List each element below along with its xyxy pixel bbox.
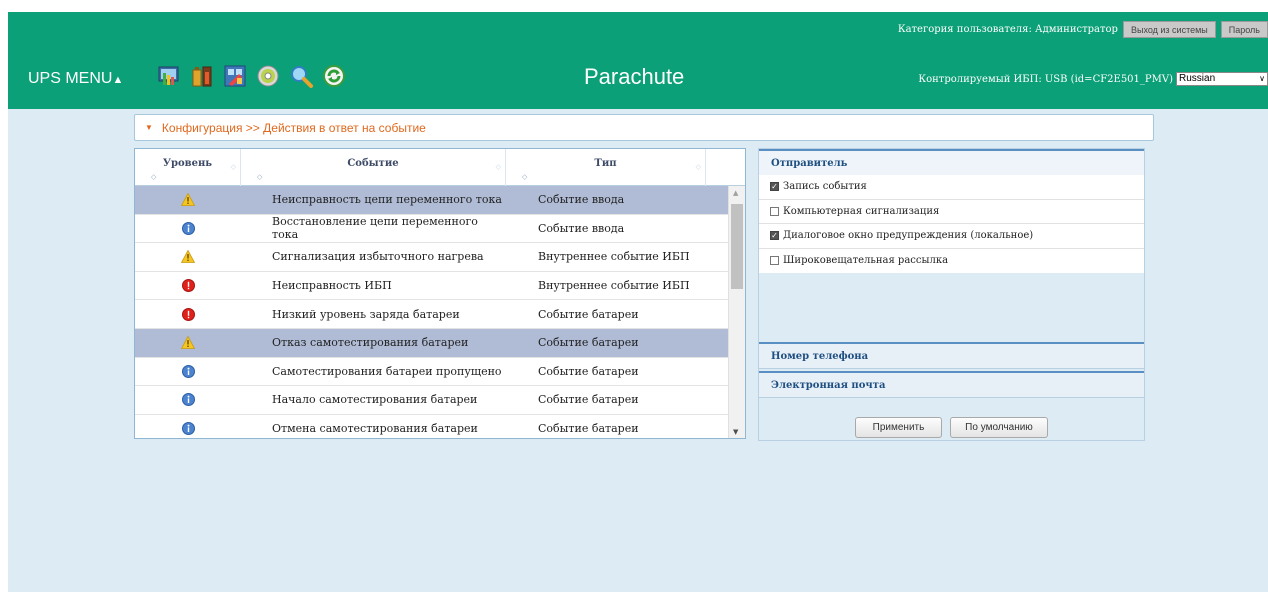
table-body: Неисправность цепи переменного тока Событ…: [135, 186, 745, 438]
table-row[interactable]: Восстановление цепи переменного тока Собы…: [135, 215, 745, 244]
brand-title: Parachute: [584, 64, 685, 89]
sender-panel: Отправитель ✓ Запись события Компьютерна…: [758, 148, 1145, 441]
warning-icon: [181, 250, 195, 264]
battery-icon[interactable]: [189, 63, 215, 89]
chevron-down-icon: ∨: [1259, 74, 1265, 83]
monitored-ups-bar: Контролируемый ИБП: USB (id=CF2E501_PMV)…: [918, 72, 1268, 86]
type-cell: Внутреннее событие ИБП: [538, 279, 690, 293]
scrollbar-thumb[interactable]: [731, 204, 743, 289]
type-cell: Внутреннее событие ИБП: [538, 250, 690, 264]
event-cell: Низкий уровень заряда батареи: [272, 307, 460, 321]
type-cell: Событие батареи: [538, 307, 639, 321]
type-cell: Событие батареи: [538, 393, 639, 407]
toolbar: [156, 63, 347, 89]
checkbox[interactable]: [770, 206, 779, 216]
warning-icon: [181, 193, 195, 207]
user-category: Категория пользователя: Администратор: [897, 24, 1118, 35]
password-button[interactable]: Пароль: [1220, 21, 1268, 38]
column-label: Событие: [347, 158, 399, 169]
sender-item-warning-dialog[interactable]: ✓ Диалоговое окно предупреждения (локаль…: [759, 224, 1144, 249]
type-cell: Событие батареи: [538, 422, 639, 436]
sender-item-event-log[interactable]: ✓ Запись события: [759, 175, 1144, 200]
sort-icon: ◇: [695, 162, 701, 171]
event-cell: Начало самотестирования батареи: [272, 393, 478, 407]
sender-panel-title: Отправитель: [759, 149, 1144, 175]
events-table: Уровень ◇ ◇ Событие ◇ ◇ Тип ◇ ◇ Неисправ…: [134, 148, 746, 439]
logout-button[interactable]: Выход из системы: [1122, 21, 1216, 38]
event-cell: Отказ самотестирования батареи: [272, 336, 469, 350]
table-row[interactable]: Сигнализация избыточного нагрева Внутренн…: [135, 243, 745, 272]
event-cell: Неисправность ИБП: [272, 279, 392, 293]
info-icon: [181, 364, 195, 378]
disc-icon[interactable]: [255, 63, 281, 89]
error-icon: [181, 307, 195, 321]
type-cell: Событие батареи: [538, 336, 639, 350]
table-scrollbar[interactable]: ▲ ▼: [728, 186, 745, 438]
info-icon: [181, 422, 195, 436]
checkbox[interactable]: ✓: [770, 182, 779, 192]
type-cell: Событие ввода: [538, 193, 625, 207]
phone-section-header[interactable]: Номер телефона: [759, 342, 1144, 369]
user-bar: Категория пользователя: Администратор Вы…: [898, 21, 1268, 38]
language-select[interactable]: Russian ∨: [1176, 72, 1268, 86]
column-header-level[interactable]: Уровень ◇ ◇: [135, 149, 241, 186]
table-row[interactable]: Низкий уровень заряда батареи Событие бат…: [135, 300, 745, 329]
refresh-icon[interactable]: [321, 63, 347, 89]
sort-icon: ◇: [522, 172, 528, 181]
checkbox[interactable]: [770, 256, 779, 266]
checkbox[interactable]: ✓: [770, 231, 779, 241]
sort-icon: ◇: [230, 162, 236, 171]
type-cell: Событие ввода: [538, 221, 625, 235]
table-row[interactable]: Самотестирования батареи пропущено Событи…: [135, 358, 745, 387]
table-header: Уровень ◇ ◇ Событие ◇ ◇ Тип ◇ ◇: [135, 149, 745, 186]
tools-icon[interactable]: [222, 63, 248, 89]
breadcrumb-text: Конфигурация >> Действия в ответ на собы…: [161, 120, 426, 135]
event-cell: Отмена самотестирования батареи: [272, 422, 478, 436]
monitored-ups-label: Контролируемый ИБП: USB (id=CF2E501_PMV): [918, 73, 1173, 85]
language-value: Russian: [1179, 73, 1216, 84]
event-cell: Самотестирования батареи пропущено: [272, 364, 502, 378]
sender-item-label: Диалоговое окно предупреждения (локально…: [783, 230, 1034, 242]
error-icon: [181, 279, 195, 293]
table-row[interactable]: Отмена самотестирования батареи Событие б…: [135, 415, 745, 438]
event-cell: Неисправность цепи переменного тока: [272, 193, 502, 207]
email-section-header[interactable]: Электронная почта: [759, 371, 1144, 398]
sender-item-label: Широковещательная рассылка: [783, 255, 949, 267]
header-bar: Категория пользователя: Администратор Вы…: [8, 12, 1268, 109]
ups-menu-button[interactable]: UPS MENU▲: [28, 70, 123, 88]
event-cell: Восстановление цепи переменного тока: [272, 215, 478, 242]
sender-item-computer-alarm[interactable]: Компьютерная сигнализация: [759, 200, 1144, 224]
sender-list: ✓ Запись события Компьютерная сигнализац…: [759, 175, 1144, 273]
monitor-icon[interactable]: [156, 63, 182, 89]
chevron-up-icon: ▲: [112, 74, 124, 86]
warning-icon: [181, 336, 195, 350]
event-cell: Сигнализация избыточного нагрева: [272, 250, 484, 264]
table-row[interactable]: Начало самотестирования батареи Событие б…: [135, 386, 745, 415]
ups-menu-label: UPS MENU: [28, 70, 113, 87]
column-label: Уровень: [162, 158, 213, 169]
app-window: Категория пользователя: Администратор Вы…: [8, 12, 1268, 592]
magnifier-icon[interactable]: [288, 63, 314, 89]
sort-icon: ◇: [257, 172, 263, 181]
sort-icon: ◇: [151, 172, 157, 181]
column-header-type[interactable]: Тип ◇ ◇: [506, 149, 706, 186]
table-row[interactable]: Неисправность ИБП Внутреннее событие ИБП: [135, 272, 745, 301]
table-row[interactable]: Неисправность цепи переменного тока Событ…: [135, 186, 745, 215]
info-icon: [181, 221, 195, 235]
sort-icon: ◇: [495, 162, 501, 171]
column-header-event[interactable]: Событие ◇ ◇: [241, 149, 506, 186]
table-row[interactable]: Отказ самотестирования батареи Событие ба…: [135, 328, 745, 358]
breadcrumb: ▼ Конфигурация >> Действия в ответ на со…: [134, 114, 1154, 141]
scroll-down-icon[interactable]: ▼: [733, 428, 738, 436]
info-icon: [181, 393, 195, 407]
sender-item-broadcast[interactable]: Широковещательная рассылка: [759, 249, 1144, 274]
default-button[interactable]: По умолчанию: [950, 417, 1048, 438]
scroll-up-icon[interactable]: ▲: [733, 189, 738, 197]
chevron-down-icon[interactable]: ▼: [145, 123, 153, 132]
type-cell: Событие батареи: [538, 364, 639, 378]
apply-button[interactable]: Применить: [855, 417, 942, 438]
sender-item-label: Запись события: [783, 181, 867, 193]
sender-item-label: Компьютерная сигнализация: [783, 205, 940, 217]
column-label: Тип: [594, 158, 617, 169]
